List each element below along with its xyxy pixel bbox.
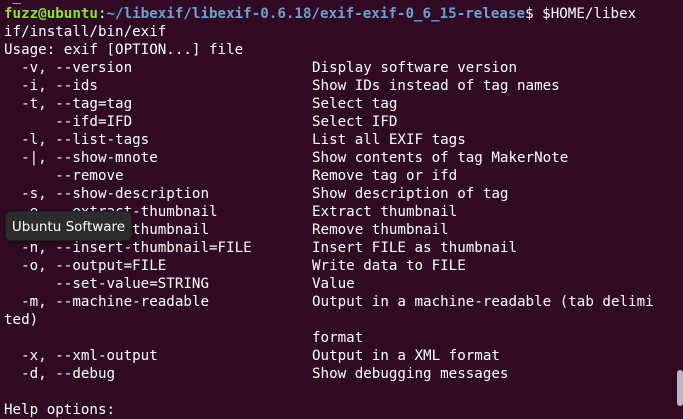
option-row: --set-value=STRING Value	[4, 275, 680, 293]
option-row: -o, --output=FILE Write data to FILE	[4, 257, 680, 275]
command-continuation: if/install/bin/exif	[4, 24, 167, 40]
option-row: --ifd=IFD Select IFD	[4, 113, 680, 131]
terminal-window[interactable]: e_15-release fuzz@ubuntu:~/libexif/libex…	[0, 0, 683, 419]
option-flag: -i, --ids	[4, 78, 98, 94]
help-options-header: Help options:	[4, 402, 116, 418]
option-row: -x, --xml-output Output in a XML format	[4, 347, 680, 365]
option-description: Show IDs instead of tag names	[312, 78, 560, 94]
option-row: -l, --list-tags List all EXIF tags	[4, 131, 680, 149]
option-flag: --ifd=IFD	[4, 114, 133, 130]
prompt-user-host: fuzz@ubuntu	[4, 6, 98, 22]
option-flag: --set-value=STRING	[4, 276, 209, 292]
option-row: -i, --ids Show IDs instead of tag names	[4, 77, 680, 95]
option-description: Select tag	[312, 96, 398, 112]
wrap-continuation: ted)	[4, 312, 39, 328]
option-description: Value	[312, 276, 355, 292]
option-description: Output in a machine-readable (tab delimi	[312, 294, 654, 310]
option-description: Remove thumbnail	[312, 222, 449, 238]
option-row: -t, --tag=tag Select tag	[4, 95, 680, 113]
option-flag: -s, --show-description	[4, 186, 209, 202]
option-row: -s, --show-description Show description o…	[4, 185, 680, 203]
command-text: $HOME/libex	[533, 6, 637, 22]
format-line: format	[4, 329, 680, 347]
option-flag: -n, --insert-thumbnail=FILE	[4, 240, 252, 256]
ubuntu-software-tooltip: Ubuntu Software	[5, 211, 132, 241]
option-description: Select IFD	[312, 114, 398, 130]
option-flag: -d, --debug	[4, 366, 116, 382]
option-flag: -o, --output=FILE	[4, 258, 167, 274]
prompt-line: fuzz@ubuntu:~/libexif/libexif-0.6.18/exi…	[4, 5, 636, 23]
option-row: -m, --machine-readable Output in a machin…	[4, 293, 680, 311]
option-description: Display software version	[312, 60, 517, 76]
option-flag: -m, --machine-readable	[4, 294, 209, 310]
option-row: --remove Remove tag or ifd	[4, 167, 680, 185]
option-flag: -v, --version	[4, 60, 133, 76]
prompt-symbol: $	[525, 6, 534, 22]
option-description: List all EXIF tags	[312, 132, 466, 148]
option-row: -v, --version Display software version	[4, 59, 680, 77]
option-description: Show description of tag	[312, 186, 509, 202]
prompt-separator: :	[97, 6, 107, 22]
option-row: -d, --debug Show debugging messages	[4, 365, 680, 383]
usage-line: Usage: exif [OPTION...] file	[4, 42, 244, 58]
option-flag: -|, --show-mnote	[4, 150, 158, 166]
option-description: Output in a XML format	[312, 348, 500, 364]
option-flag: --remove	[4, 168, 124, 184]
option-description: Remove tag or ifd	[312, 168, 458, 184]
prompt-path: ~/libexif/libexif-0.6.18/exif-exif-0_6_1…	[106, 6, 526, 22]
option-description: Write data to FILE	[312, 258, 466, 274]
option-flag: -l, --list-tags	[4, 132, 150, 148]
option-description: Show contents of tag MakerNote	[312, 150, 569, 166]
option-description: Insert FILE as thumbnail	[312, 240, 517, 256]
option-description: format	[312, 330, 364, 346]
option-description: Extract thumbnail	[312, 204, 458, 220]
option-description: Show debugging messages	[312, 366, 509, 382]
scrollbar-thumb[interactable]	[677, 370, 683, 406]
option-flag: -x, --xml-output	[4, 348, 158, 364]
option-row: -|, --show-mnote Show contents of tag Mak…	[4, 149, 680, 167]
option-flag: -t, --tag=tag	[4, 96, 133, 112]
